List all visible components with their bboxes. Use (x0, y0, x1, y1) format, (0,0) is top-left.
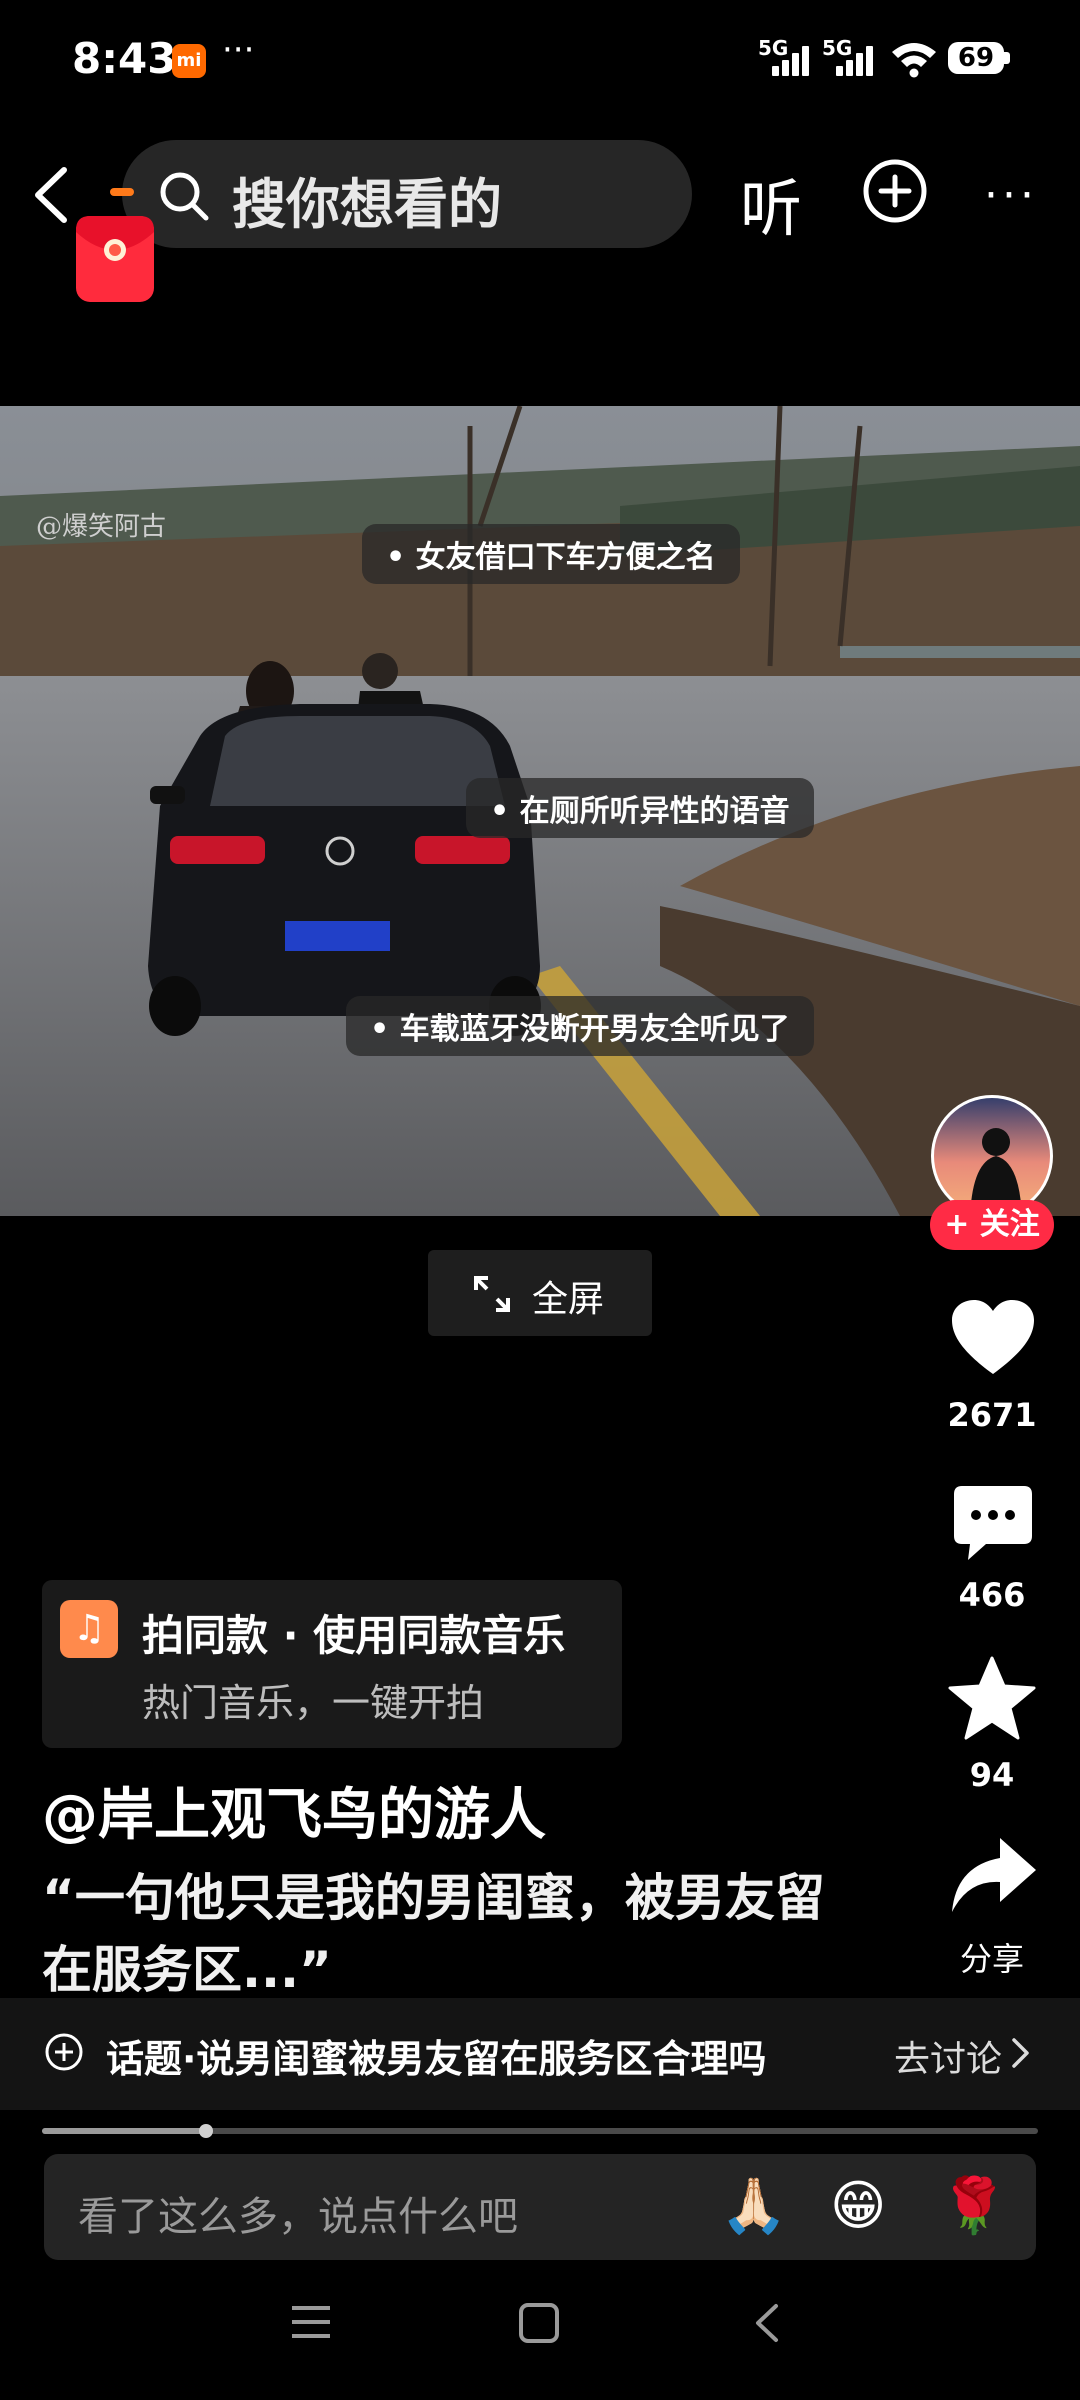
share-arrow-icon[interactable] (950, 1836, 1038, 1914)
discuss-link[interactable]: 去讨论 (894, 2030, 1002, 2082)
search-placeholder[interactable]: 搜你想看的 (232, 160, 502, 239)
video-subtitle-1: • 女友借口下车方便之名 (362, 524, 740, 584)
video-player[interactable]: @爆笑阿古 • 女友借口下车方便之名 • 在厕所听异性的语音 • 车载蓝牙没断开… (0, 406, 1080, 1216)
orange-dash-indicator (110, 188, 134, 196)
topic-text: 话题·说男闺蜜被男友留在服务区合理吗 (106, 2037, 767, 2081)
favorite-count: 94 (969, 1756, 1015, 1794)
comment-icon[interactable] (952, 1484, 1034, 1564)
search-icon (160, 172, 209, 221)
recents-menu-icon[interactable] (290, 2302, 332, 2342)
author-name[interactable]: @岸上观飞鸟的游人 (42, 1770, 546, 1851)
mi-notification-icon: mi (172, 44, 206, 78)
comment-count: 466 (958, 1576, 1026, 1614)
fullscreen-button[interactable]: 全屏 (428, 1250, 652, 1336)
like-count: 2671 (947, 1396, 1037, 1434)
battery-tip (1004, 52, 1010, 64)
expand-icon (474, 1276, 510, 1312)
music-note-icon: ♫ (60, 1600, 118, 1658)
status-more-icon: ··· (222, 30, 255, 70)
fullscreen-label: 全屏 (532, 1279, 605, 1320)
like-heart-icon[interactable] (950, 1298, 1036, 1378)
grin-emoji-button[interactable]: 😁 (830, 2176, 886, 2236)
battery-icon: 69 (948, 42, 1004, 74)
status-time: 8:43 (72, 34, 177, 83)
listen-button[interactable]: 听 (740, 158, 802, 248)
video-progress-fill (42, 2128, 206, 2134)
signal-icon-sim1: 5G (758, 36, 812, 76)
use-same-music-card[interactable]: ♫ 拍同款 · 使用同款音乐 热门音乐，一键开拍 (42, 1580, 622, 1748)
comment-input[interactable]: 看了这么多，说点什么吧 🙏🏻 😁 🌹 (44, 2154, 1036, 2260)
nav-back-icon[interactable] (752, 2302, 782, 2344)
share-label: 分享 (959, 1940, 1024, 1978)
add-circle-icon[interactable] (862, 158, 928, 224)
comment-placeholder: 看了这么多，说点什么吧 (78, 2194, 518, 2240)
pray-emoji-button[interactable]: 🙏🏻 (720, 2176, 787, 2236)
topic-bar[interactable]: 话题·说男闺蜜被男友留在服务区合理吗 去讨论 (0, 1998, 1080, 2110)
video-progress-knob[interactable] (199, 2124, 213, 2138)
home-square-icon[interactable] (518, 2302, 560, 2344)
wifi-icon (892, 43, 936, 78)
video-subtitle-2: • 在厕所听异性的语音 (466, 778, 814, 838)
post-description[interactable]: “一句他只是我的男闺蜜，被男友留在服务区...” (42, 1862, 862, 2006)
music-card-subtitle: 热门音乐，一键开拍 (142, 1681, 485, 1725)
more-options-button[interactable]: ··· (984, 170, 1038, 221)
video-subtitle-3: • 车载蓝牙没断开男友全听见了 (346, 996, 814, 1056)
signal-icon-sim2: 5G (822, 36, 876, 76)
chevron-right-icon (1012, 2038, 1029, 2068)
follow-button[interactable]: + 关注 (930, 1200, 1054, 1250)
video-watermark: @爆笑阿古 (36, 512, 167, 542)
favorite-star-icon[interactable] (948, 1656, 1036, 1740)
topic-plus-icon (45, 2033, 83, 2071)
rose-emoji-button[interactable]: 🌹 (940, 2176, 1007, 2236)
music-card-title: 拍同款 · 使用同款音乐 (142, 1611, 566, 1660)
red-envelope-icon[interactable] (74, 210, 156, 306)
